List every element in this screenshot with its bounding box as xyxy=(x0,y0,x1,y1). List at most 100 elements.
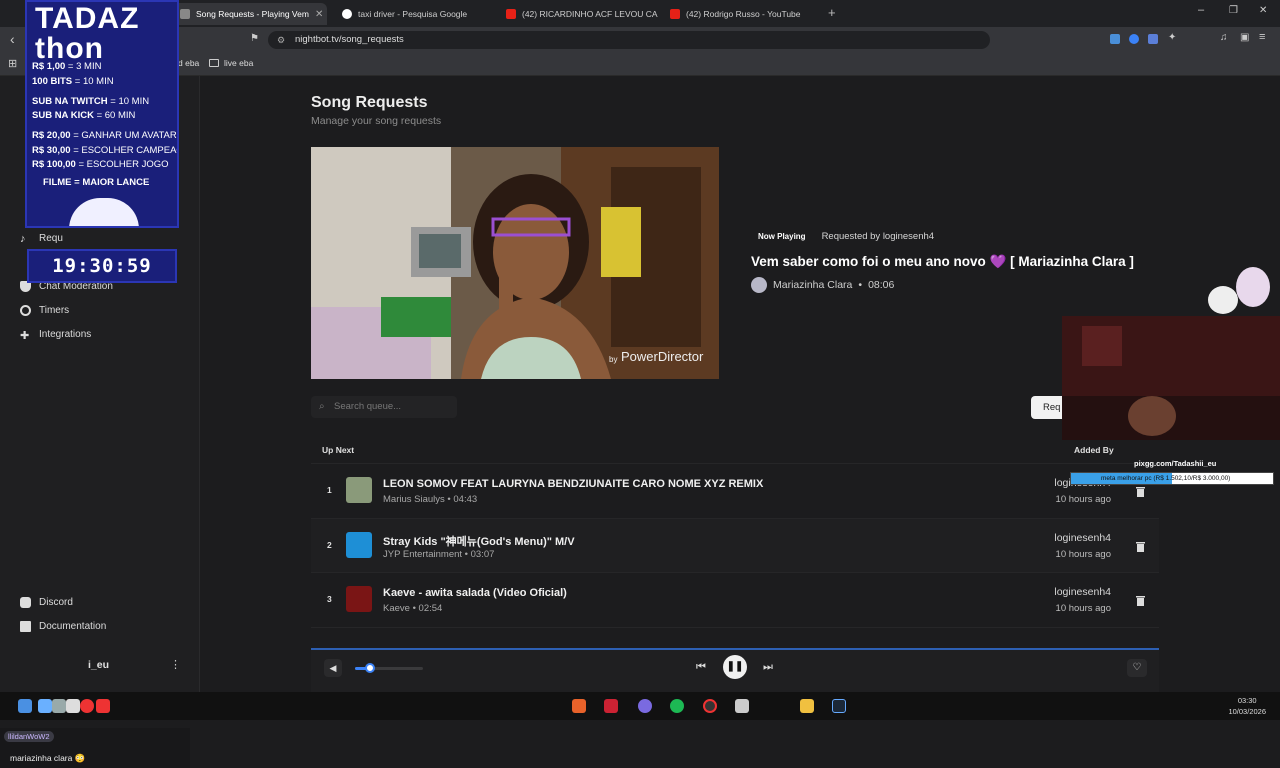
queue-row[interactable]: 2 Stray Kids "神메뉴(God's Menu)" M/V JYP Ent… xyxy=(311,517,1159,572)
bookmark-folder-1[interactable]: d eba xyxy=(178,58,199,68)
mascot-image xyxy=(69,198,139,226)
extension-icon[interactable] xyxy=(1148,34,1158,44)
volume-icon[interactable]: ◀ xyxy=(324,659,342,677)
request-button-label: Req xyxy=(1043,402,1061,413)
bookmark-label: live eba xyxy=(224,58,254,68)
queue-row[interactable]: 3 Kaeve - awita salada (Video Oficial) Kae… xyxy=(311,572,1159,627)
spotify-icon[interactable] xyxy=(670,699,684,713)
heart-icon[interactable]: ♡ xyxy=(1127,659,1147,677)
tab-label: (42) Rodrigo Russo - YouTube xyxy=(686,9,801,19)
added-by-user: loginesenh4 xyxy=(1054,531,1111,544)
sidebar-item-integrations[interactable]: ✚ Integrations xyxy=(20,329,91,342)
volume-slider[interactable] xyxy=(355,663,423,673)
queue-row[interactable]: 1 LEON SOMOV FEAT LAURYNA BENDZIUNAITE CA… xyxy=(311,463,1159,518)
pause-button[interactable]: ❚❚ xyxy=(723,655,747,679)
pix-link: pixgg.com/Tadashii_eu xyxy=(1134,459,1217,468)
tab-label: taxi driver - Pesquisa Google xyxy=(358,9,468,19)
now-playing-badge: Now Playing xyxy=(750,229,814,244)
address-bar[interactable]: ⚙ nightbot.tv/song_requests xyxy=(268,31,990,49)
now-playing-header: Now Playing Requested by loginesenh4 xyxy=(750,229,934,244)
discord-icon xyxy=(20,597,31,608)
new-tab-icon[interactable]: + xyxy=(828,5,836,20)
tab-bar: Song Requests - Playing Vem ✕ taxi drive… xyxy=(0,0,1280,27)
tadazthon-overlay: TADAZ thon R$ 1,00 = 3 MIN 100 BITS = 10 … xyxy=(25,0,179,228)
url-text: nightbot.tv/song_requests xyxy=(295,34,404,45)
next-track-icon[interactable]: ⏭ xyxy=(763,661,773,674)
app-icon[interactable] xyxy=(80,699,94,713)
media-icon[interactable]: ♫ xyxy=(1220,32,1228,43)
file-explorer-icon[interactable] xyxy=(800,699,814,713)
volume-knob[interactable] xyxy=(364,663,375,673)
tab-google[interactable]: taxi driver - Pesquisa Google xyxy=(334,3,494,25)
tab-youtube-1[interactable]: (42) RICARDINHO ACF LEVOU CARIA xyxy=(498,3,658,25)
delete-icon[interactable] xyxy=(1136,484,1145,497)
song-title[interactable]: Kaeve - awita salada (Video Oficial) xyxy=(383,587,567,599)
search-placeholder: Search queue... xyxy=(334,401,402,412)
overlay-rule-line: R$ 1,00 = 3 MIN xyxy=(32,61,102,72)
app-icon[interactable] xyxy=(66,699,80,713)
song-title[interactable]: LEON SOMOV FEAT LAURYNA BENDZIUNAITE CAR… xyxy=(383,478,763,490)
extension-icon[interactable] xyxy=(1110,34,1120,44)
sidebar-item-song-requests[interactable]: ♪ Requ xyxy=(20,233,63,245)
tab-youtube-2[interactable]: (42) Rodrigo Russo - YouTube xyxy=(662,3,822,25)
added-time: 10 hours ago xyxy=(1055,548,1111,560)
countdown-timer: 19:30:59 xyxy=(27,249,177,283)
back-icon[interactable]: ‹ xyxy=(10,31,15,47)
puzzle-icon: ✚ xyxy=(20,330,30,342)
brave-icon[interactable] xyxy=(572,699,586,713)
now-playing-meta: Mariazinha Clara • 08:06 xyxy=(751,277,894,293)
sidebar-toggle-icon[interactable]: ▣ xyxy=(1240,32,1249,43)
restore-icon[interactable]: ❐ xyxy=(1229,5,1238,16)
overlay-rule-line: 100 BITS = 10 MIN xyxy=(32,76,114,87)
watermark: PowerDirector xyxy=(621,349,704,364)
tadazthon-logo: TADAZ thon xyxy=(35,2,140,65)
menu-icon[interactable]: ≡ xyxy=(1259,31,1265,43)
obs-icon[interactable] xyxy=(703,699,717,713)
video-player[interactable]: by PowerDirector xyxy=(311,147,719,379)
start-icon[interactable] xyxy=(18,699,32,713)
overlay-rule-line: R$ 100,00 = ESCOLHER JOGO xyxy=(32,159,169,170)
added-time: 10 hours ago xyxy=(1055,603,1111,614)
song-thumbnail xyxy=(346,477,372,503)
extension-icon[interactable] xyxy=(1129,34,1139,44)
system-clock[interactable]: 03:30 10/03/2026 xyxy=(1228,695,1266,717)
song-meta: Kaeve • 02:54 xyxy=(383,603,443,614)
app-icon[interactable] xyxy=(604,699,618,713)
bookmark-folder-2[interactable]: live eba xyxy=(209,58,253,68)
sidebar-item-discord[interactable]: Discord xyxy=(20,597,73,608)
search-icon: ⌕ xyxy=(319,401,325,412)
tab-song-requests[interactable]: Song Requests - Playing Vem ✕ xyxy=(172,3,327,25)
song-title[interactable]: Stray Kids "神메뉴(God's Menu)" M/V xyxy=(383,533,575,549)
more-options-icon[interactable]: ⋮ xyxy=(170,658,181,671)
sidebar-item-timers[interactable]: Timers xyxy=(20,305,69,316)
user-name[interactable]: i_eu xyxy=(88,659,109,671)
google-icon xyxy=(342,9,352,19)
apps-grid-icon[interactable]: ⊞ xyxy=(8,57,17,70)
app-icon[interactable] xyxy=(52,699,66,713)
delete-icon[interactable] xyxy=(1136,593,1145,606)
channel-name[interactable]: Mariazinha Clara xyxy=(773,279,852,291)
app-icon[interactable] xyxy=(38,699,52,713)
puzzle-extensions-icon[interactable]: ✦ xyxy=(1168,32,1176,43)
tab-label: (42) RICARDINHO ACF LEVOU CARIA xyxy=(522,9,658,19)
duration: 08:06 xyxy=(868,279,895,291)
app-icon[interactable] xyxy=(638,699,652,713)
bookmark-icon[interactable]: ⚑ xyxy=(250,33,259,44)
overlay-rule-line: R$ 30,00 = ESCOLHER CAMPEAO xyxy=(32,145,179,156)
app-icon[interactable] xyxy=(735,699,749,713)
search-input[interactable]: ⌕ Search queue... xyxy=(311,396,457,418)
sidebar-item-documentation[interactable]: Documentation xyxy=(20,621,106,632)
close-tab-icon[interactable]: ✕ xyxy=(315,9,323,20)
app-icon[interactable] xyxy=(96,699,110,713)
sidebar-item-label: Requ xyxy=(39,233,63,244)
requested-by: Requested by loginesenh4 xyxy=(821,231,935,242)
close-window-icon[interactable]: ✕ xyxy=(1259,5,1267,16)
site-info-icon[interactable]: ⚙ xyxy=(277,31,285,49)
clock-time: 03:30 xyxy=(1237,696,1257,705)
previous-track-icon[interactable]: ⏮ xyxy=(696,661,706,674)
steam-icon[interactable] xyxy=(832,699,846,713)
delete-icon[interactable] xyxy=(1136,539,1145,552)
overlay-rule-line: FILME = MAIOR LANCE xyxy=(43,177,150,188)
minimize-icon[interactable]: – xyxy=(1198,4,1204,16)
now-playing-title[interactable]: Vem saber como foi o meu ano novo 💜 [ Ma… xyxy=(751,254,1134,270)
